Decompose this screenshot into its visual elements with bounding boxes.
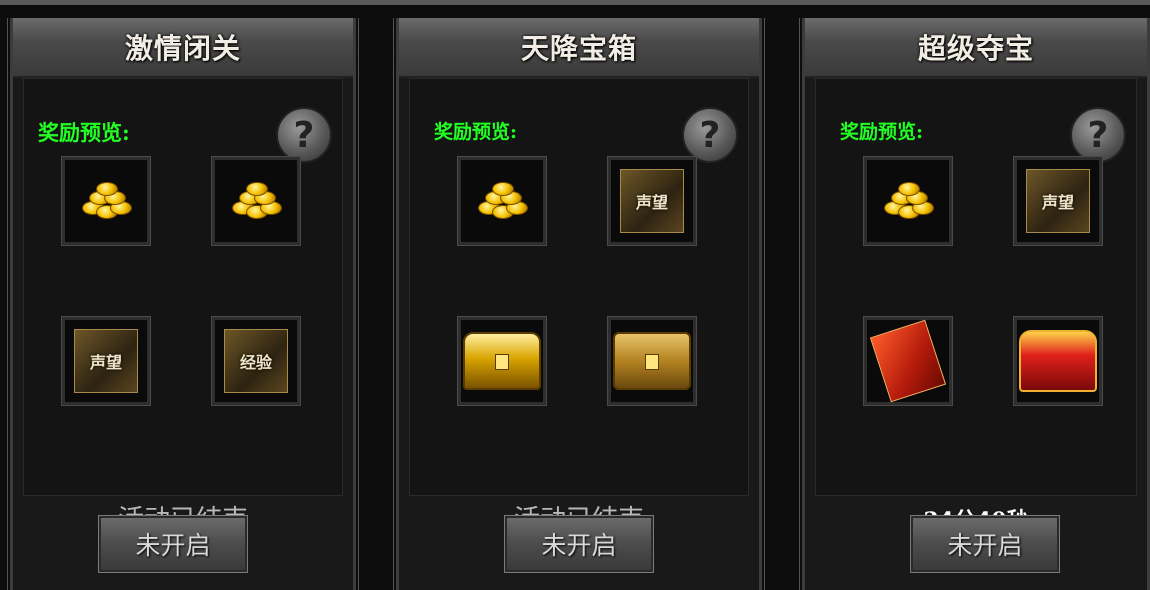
reward-slot-experience[interactable]: 经验	[211, 316, 301, 406]
reward-preview-label: 奖励预览:	[840, 121, 924, 143]
reward-slot-gold-chest[interactable]	[457, 316, 547, 406]
reward-slot-reputation[interactable]: 声望	[607, 156, 697, 246]
panel-header: 激情闭关	[13, 18, 353, 78]
reward-slot-red-chest[interactable]	[1013, 316, 1103, 406]
gold-coins-icon	[472, 181, 532, 221]
red-chest-icon	[1019, 330, 1097, 392]
activity-panel-3: 超级夺宝 奖励预览: ? 声望 34分40秒 未开启	[799, 18, 1150, 590]
gold-chest-icon	[463, 332, 541, 390]
panel-title: 激情闭关	[124, 32, 241, 65]
panel-body: 奖励预览: ? 声望 经验 活动已结束	[23, 78, 343, 535]
reputation-icon: 声望	[1026, 169, 1090, 233]
reward-slot-ornate-chest[interactable]	[607, 316, 697, 406]
experience-icon: 经验	[224, 329, 288, 393]
reward-slot-gold[interactable]	[457, 156, 547, 246]
top-border-strip	[0, 0, 1150, 5]
reward-preview-label: 奖励预览:	[38, 120, 130, 145]
not-open-button[interactable]: 未开启	[504, 515, 654, 573]
help-question-icon[interactable]: ?	[1070, 107, 1126, 163]
reward-preview-label: 奖励预览:	[434, 121, 518, 143]
gold-coins-icon	[878, 181, 938, 221]
reward-slot-reputation[interactable]: 声望	[1013, 156, 1103, 246]
reward-slot-reputation[interactable]: 声望	[61, 316, 151, 406]
ornate-chest-icon	[613, 332, 691, 390]
reward-slot-gold[interactable]	[61, 156, 151, 246]
panel-header: 天降宝箱	[399, 18, 759, 78]
activity-panel-1: 激情闭关 奖励预览: ? 声望 经验 活动已结束 未开启	[7, 18, 359, 590]
gold-coins-icon	[76, 181, 136, 221]
panel-body: 奖励预览: ? 声望 活动已结束	[409, 78, 749, 535]
reputation-icon: 声望	[620, 169, 684, 233]
panel-title: 天降宝箱	[520, 32, 637, 65]
panel-header: 超级夺宝	[805, 18, 1147, 78]
help-question-icon[interactable]: ?	[276, 107, 332, 163]
reward-slot-red-envelope[interactable]	[863, 316, 953, 406]
not-open-button[interactable]: 未开启	[910, 515, 1060, 573]
reward-slot-gold[interactable]	[863, 156, 953, 246]
panel-body: 奖励预览: ? 声望 34分40秒	[815, 78, 1137, 534]
reward-slot-gold[interactable]	[211, 156, 301, 246]
gold-coins-icon	[226, 181, 286, 221]
activity-panel-2: 天降宝箱 奖励预览: ? 声望 活动已结束 未开启	[393, 18, 765, 590]
help-question-icon[interactable]: ?	[682, 107, 738, 163]
panel-title: 超级夺宝	[917, 32, 1034, 65]
not-open-button[interactable]: 未开启	[98, 515, 248, 573]
red-envelope-icon	[869, 319, 947, 403]
reputation-icon: 声望	[74, 329, 138, 393]
